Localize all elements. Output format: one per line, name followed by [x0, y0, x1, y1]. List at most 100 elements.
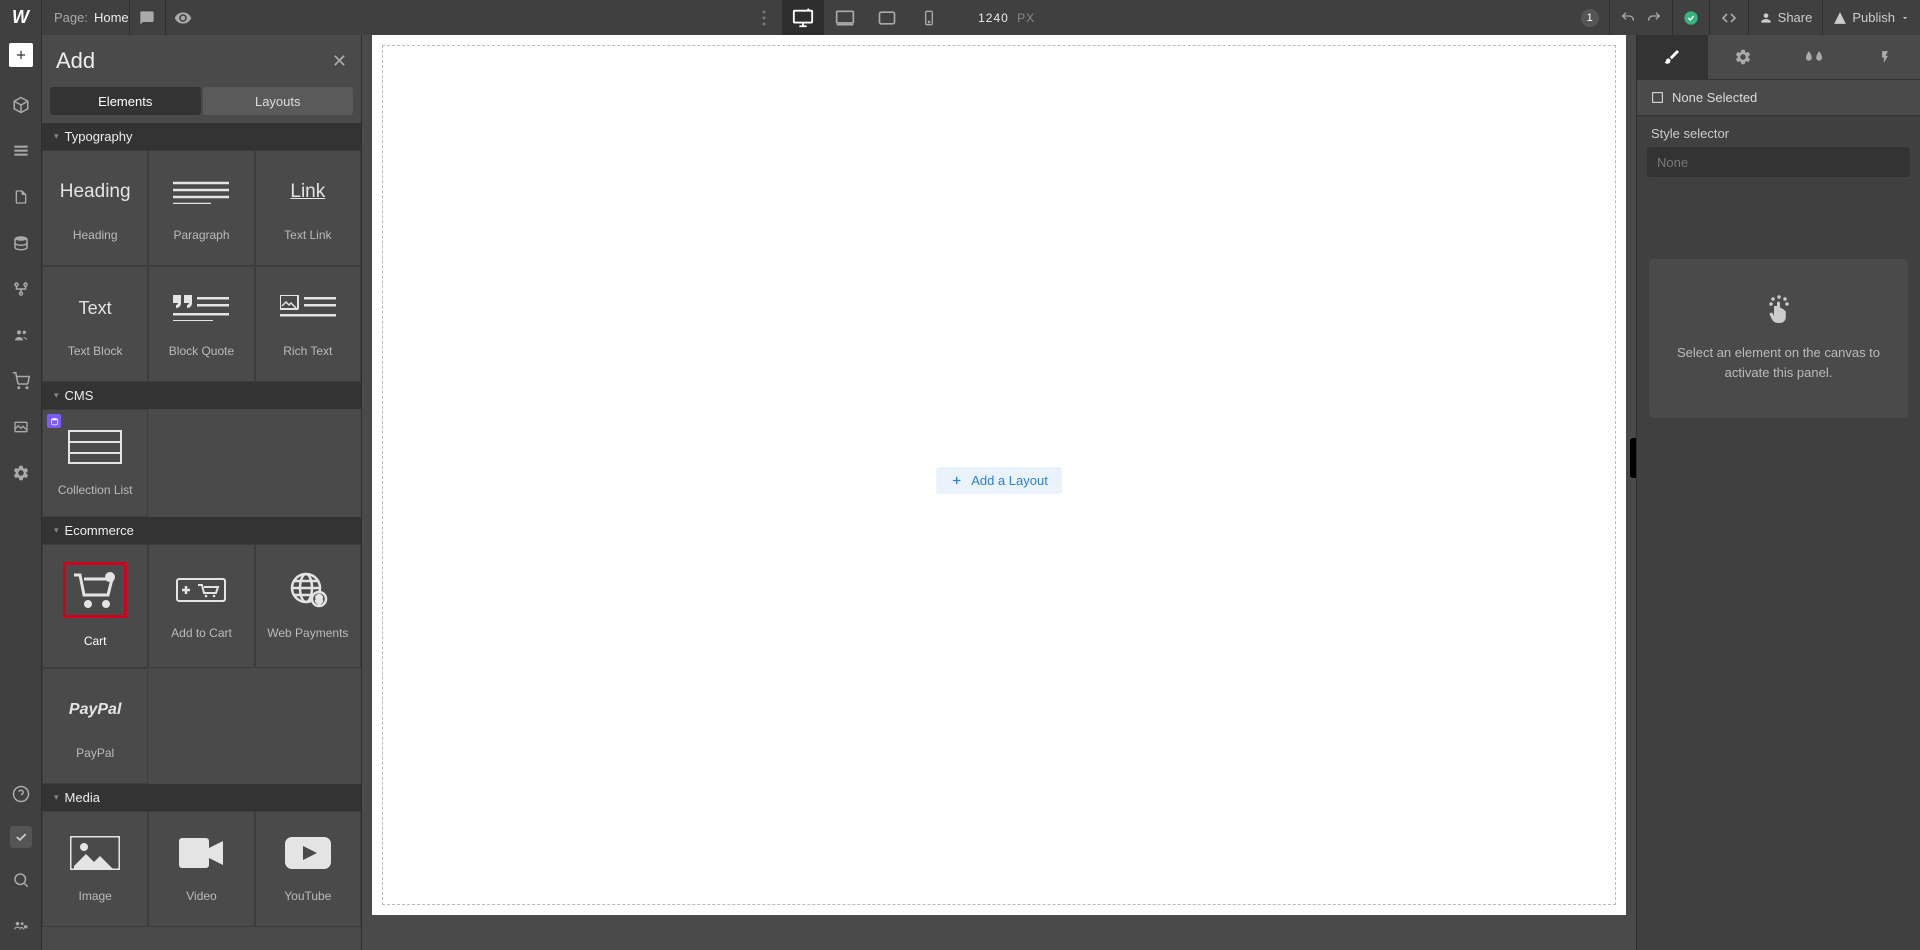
plus-icon [950, 474, 963, 487]
canvas[interactable]: Add a Layout [372, 35, 1626, 915]
tab-style-brush-icon[interactable] [1637, 35, 1708, 79]
symbols-icon[interactable] [7, 275, 35, 303]
share-button[interactable]: Share [1748, 0, 1823, 35]
element-youtube[interactable]: YouTube [255, 811, 361, 927]
svg-text:$: $ [316, 594, 322, 606]
add-panel: Add ✕ Elements Layouts Typography Headin… [42, 35, 362, 950]
category-ecommerce[interactable]: Ecommerce [42, 517, 361, 544]
category-cms[interactable]: CMS [42, 382, 361, 409]
changes-badge[interactable]: 1 [1581, 9, 1599, 27]
select-hint-text: Select an element on the canvas to activ… [1669, 343, 1888, 382]
navigator-icon[interactable] [7, 137, 35, 165]
add-layout-button[interactable]: Add a Layout [936, 467, 1062, 494]
element-collection-list[interactable]: Collection List [42, 409, 148, 517]
device-tablet-icon[interactable] [824, 0, 866, 35]
element-text-link[interactable]: Link Text Link [255, 150, 361, 266]
style-selector-label: Style selector [1637, 116, 1920, 147]
paypal-icon: PayPal [65, 690, 125, 730]
add-element-icon[interactable] [9, 43, 33, 67]
tab-effects-lightning-icon[interactable] [1849, 35, 1920, 79]
device-tablet-landscape-icon[interactable] [866, 0, 908, 35]
block-quote-icon [171, 288, 231, 328]
ecommerce-icon[interactable] [7, 367, 35, 395]
video-icon [171, 833, 231, 873]
web-payments-icon: $ [278, 570, 338, 610]
page-name[interactable]: Home [94, 10, 129, 25]
share-label: Share [1778, 10, 1813, 25]
canvas-width-display[interactable]: 1240 PX [978, 11, 1035, 25]
preview-eye-icon[interactable] [165, 0, 201, 35]
style-tabs [1637, 35, 1920, 79]
audit-check-icon[interactable] [10, 826, 32, 848]
add-panel-scroll[interactable]: Typography Heading Heading Paragraph Lin… [42, 123, 361, 950]
page-label: Page: [42, 10, 94, 25]
element-paypal[interactable]: PayPal PayPal [42, 668, 148, 784]
square-icon [1651, 91, 1664, 104]
element-cart[interactable]: 1 Cart [42, 544, 148, 668]
search-icon[interactable] [7, 866, 35, 894]
cms-icon[interactable] [7, 229, 35, 257]
category-typography[interactable]: Typography [42, 123, 361, 150]
select-hint-box: Select an element on the canvas to activ… [1649, 259, 1908, 418]
canvas-resize-handle[interactable] [1630, 438, 1636, 478]
tab-interactions-droplet-icon[interactable] [1779, 35, 1850, 79]
publish-button[interactable]: Publish [1822, 0, 1920, 35]
left-rail [0, 35, 42, 950]
pointer-hand-icon [1669, 295, 1888, 325]
assets-icon[interactable] [7, 413, 35, 441]
video-tutorial-icon[interactable] [7, 912, 35, 940]
box-icon[interactable] [7, 91, 35, 119]
element-rich-text[interactable]: Rich Text [255, 266, 361, 382]
webflow-logo-icon[interactable]: W [0, 0, 42, 35]
tab-elements[interactable]: Elements [50, 87, 201, 115]
canvas-width-unit: PX [1017, 11, 1035, 25]
main-layout: Add ✕ Elements Layouts Typography Headin… [0, 35, 1920, 950]
status-ok-icon[interactable] [1672, 0, 1709, 35]
image-icon [65, 833, 125, 873]
element-block-quote[interactable]: Block Quote [148, 266, 254, 382]
element-video[interactable]: Video [148, 811, 254, 927]
pages-icon[interactable] [7, 183, 35, 211]
style-selector-input[interactable]: None [1647, 147, 1910, 177]
undo-icon[interactable] [1609, 0, 1646, 35]
selection-indicator: None Selected [1637, 79, 1920, 116]
collection-list-icon [65, 427, 125, 467]
comments-icon[interactable] [129, 0, 165, 35]
topbar-left: W Page: Home [0, 0, 201, 35]
add-to-cart-icon [171, 570, 231, 610]
more-menu-icon[interactable] [746, 0, 782, 35]
cart-icon: 1 [72, 571, 118, 609]
add-panel-title: Add [56, 48, 95, 74]
help-icon[interactable] [7, 780, 35, 808]
users-icon[interactable] [7, 321, 35, 349]
element-heading[interactable]: Heading Heading [42, 150, 148, 266]
publish-label: Publish [1852, 10, 1895, 25]
device-mobile-icon[interactable] [908, 0, 950, 35]
none-selected-label: None Selected [1672, 90, 1757, 105]
svg-text:1: 1 [108, 573, 113, 582]
heading-icon: Heading [65, 172, 125, 212]
element-text-block[interactable]: Text Text Block [42, 266, 148, 382]
tab-settings-gear-icon[interactable] [1708, 35, 1779, 79]
style-selector-placeholder: None [1657, 155, 1688, 170]
link-icon: Link [278, 172, 338, 212]
element-paragraph[interactable]: Paragraph [148, 150, 254, 266]
rich-text-icon [278, 288, 338, 328]
topbar-right: 1 Share Publish [1581, 0, 1920, 35]
category-media[interactable]: Media [42, 784, 361, 811]
device-desktop-icon[interactable] [782, 0, 824, 35]
add-panel-header: Add ✕ [42, 35, 361, 87]
settings-gear-icon[interactable] [7, 459, 35, 487]
redo-icon[interactable] [1646, 0, 1672, 35]
add-panel-tabs: Elements Layouts [42, 87, 361, 123]
right-panel: None Selected Style selector None Select… [1636, 35, 1920, 950]
element-web-payments[interactable]: $ Web Payments [255, 544, 361, 668]
element-add-to-cart[interactable]: Add to Cart [148, 544, 254, 668]
canvas-area: Add a Layout [362, 35, 1636, 950]
canvas-width-value: 1240 [978, 11, 1009, 25]
paragraph-icon [171, 172, 231, 212]
element-image[interactable]: Image [42, 811, 148, 927]
tab-layouts[interactable]: Layouts [203, 87, 354, 115]
code-embed-icon[interactable] [1709, 0, 1748, 35]
close-icon[interactable]: ✕ [332, 51, 347, 72]
